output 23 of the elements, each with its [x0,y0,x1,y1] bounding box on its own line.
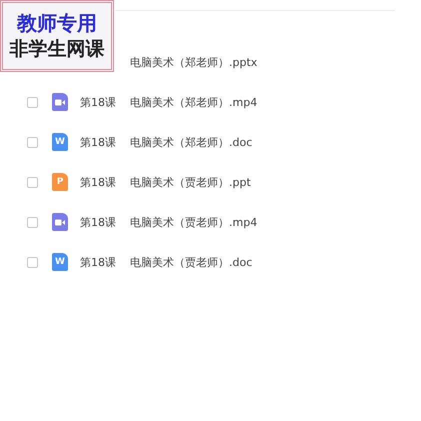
file-name[interactable]: 电脑美术（贾老师）.mp4 [130,214,258,230]
checkbox[interactable] [27,216,38,228]
file-icon: W [52,133,68,151]
stamp-subtitle: 非学生网课 [10,37,104,61]
lesson-label: 第18课 [80,94,117,110]
file-icon: P [52,173,68,191]
file-name[interactable]: 电脑美术（郑老师）.mp4 [130,94,258,110]
checkbox[interactable] [27,176,38,188]
file-name[interactable]: 电脑美术（郑老师）.pptx [130,54,258,70]
file-name[interactable]: 电脑美术（贾老师）.doc [130,254,252,270]
lesson-label: 第18课 [80,134,117,150]
lesson-label: 第18课 [80,174,117,190]
video-camera-icon [55,218,65,226]
file-name[interactable]: 电脑美术（贾老师）.ppt [130,174,251,190]
lesson-label: 第18课 [80,254,117,270]
file-name[interactable]: 电脑美术（郑老师）.doc [130,134,252,150]
file-icon: W [52,253,68,271]
checkbox[interactable] [27,96,38,108]
checkbox[interactable] [27,256,38,268]
lesson-label: 第18课 [80,214,117,230]
video-camera-icon [55,98,65,106]
checkbox[interactable] [27,136,38,148]
stamp-title: 教师专用 [17,11,97,35]
